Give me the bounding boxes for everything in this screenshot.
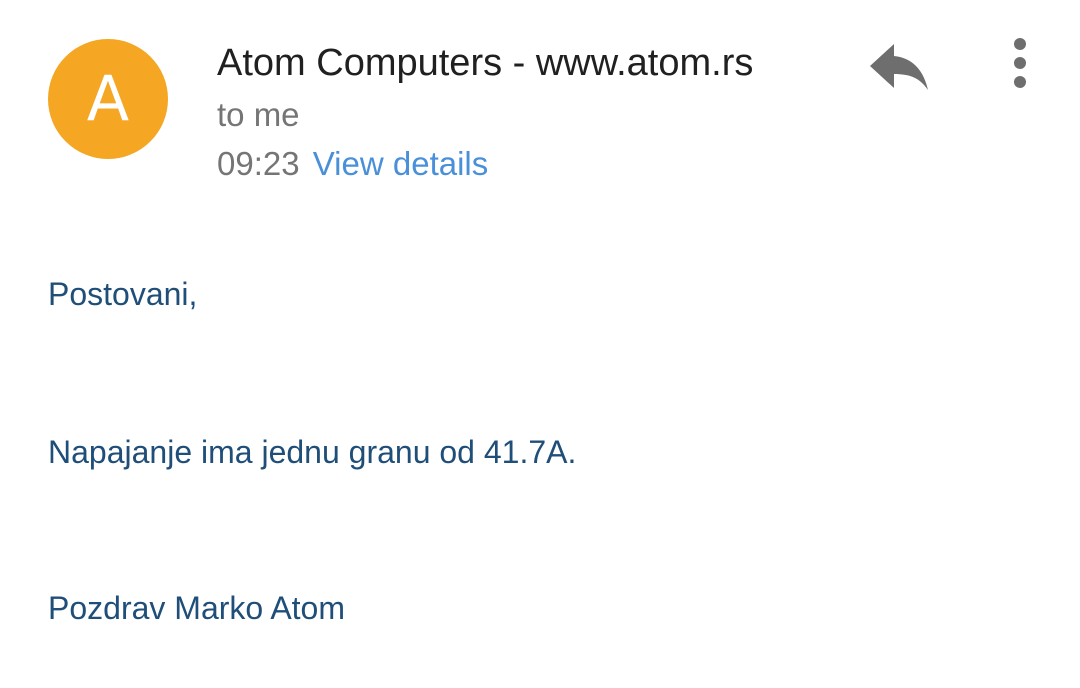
email-greeting: Postovani, <box>48 276 198 312</box>
email-message: Napajanje ima jednu granu od 41.7A. <box>48 434 577 470</box>
message-time: 09:23 <box>217 145 300 182</box>
recipient-label: to me <box>217 96 300 133</box>
reply-icon <box>870 44 928 90</box>
reply-button[interactable] <box>866 36 936 96</box>
message-meta: 09:23 View details <box>217 143 488 185</box>
sender-avatar[interactable]: A <box>48 39 168 159</box>
email-signoff: Pozdrav Marko Atom <box>48 590 345 626</box>
view-details-link[interactable]: View details <box>313 145 489 182</box>
avatar-letter: A <box>86 62 130 135</box>
sender-name: Atom Computers - www.atom.rs <box>217 42 754 84</box>
more-vert-icon <box>1014 38 1026 88</box>
more-options-button[interactable] <box>996 34 1044 94</box>
